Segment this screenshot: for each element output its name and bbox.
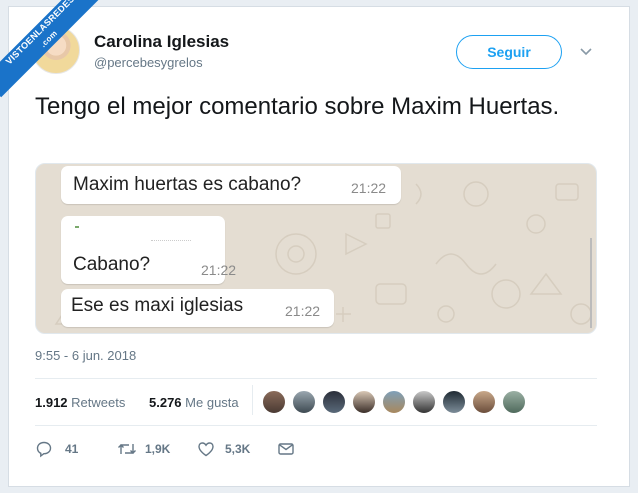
stats-separator (252, 385, 253, 415)
divider (35, 425, 597, 426)
liker-avatar[interactable] (412, 390, 436, 414)
chat-message: Maxim huertas es cabano? 21:22 (61, 166, 401, 204)
message-time: 21:22 (285, 303, 321, 319)
liker-avatar[interactable] (502, 390, 526, 414)
retweet-icon (118, 444, 136, 454)
likes-stat[interactable]: 5.276 Me gusta (149, 395, 249, 410)
likes-count: 5.276 (149, 395, 182, 410)
reply-count: 41 (65, 442, 79, 456)
message-time: 21:22 (351, 180, 387, 196)
author-handle[interactable]: @percebesygrelos (94, 55, 203, 70)
message-time: 21:22 (201, 262, 237, 278)
reply-icon (36, 441, 52, 458)
message-text: Maxim huertas es cabano? (73, 174, 302, 195)
chat-screenshot[interactable]: Maxim huertas es cabano? 21:22 Cabano? 2… (35, 163, 597, 334)
liker-avatar[interactable] (262, 390, 286, 414)
chat-scrollbar (590, 238, 592, 328)
liker-avatar[interactable] (442, 390, 466, 414)
like-button[interactable]: 5,3K (197, 440, 257, 458)
reply-button[interactable]: 41 (35, 440, 85, 458)
retweets-count: 1.912 (35, 395, 68, 410)
liker-avatar[interactable] (472, 390, 496, 414)
retweet-button[interactable]: 1,9K (117, 440, 177, 458)
quoted-text-blur (151, 240, 191, 242)
chat-message: Ese es maxi iglesias 21:22 (61, 289, 334, 327)
tweet-timestamp[interactable]: 9:55 - 6 jun. 2018 (35, 348, 136, 363)
liker-avatar[interactable] (352, 390, 376, 414)
quoted-sender-mark (75, 226, 79, 228)
retweets-label: Retweets (71, 395, 126, 410)
liker-avatar[interactable] (292, 390, 316, 414)
retweet-count: 1,9K (145, 442, 171, 456)
tweet-text: Tengo el mejor comentario sobre Maxim Hu… (35, 93, 560, 120)
liker-avatar[interactable] (382, 390, 406, 414)
envelope-icon (278, 443, 294, 455)
author-name[interactable]: Carolina Iglesias (94, 32, 229, 52)
chat-message: Cabano? 21:22 (61, 216, 236, 284)
message-text: Ese es maxi iglesias (71, 295, 244, 316)
liker-avatar[interactable] (322, 390, 346, 414)
likes-label: Me gusta (185, 395, 239, 410)
like-count: 5,3K (225, 442, 251, 456)
follow-button[interactable]: Seguir (456, 35, 562, 69)
heart-icon (198, 442, 214, 457)
direct-message-button[interactable] (277, 440, 297, 458)
tweet-stats: 1.912 Retweets 5.276 Me gusta (35, 395, 259, 410)
divider (35, 378, 597, 379)
message-text: Cabano? (73, 254, 151, 275)
retweets-stat[interactable]: 1.912 Retweets (35, 395, 135, 410)
chevron-down-icon[interactable] (579, 44, 593, 58)
